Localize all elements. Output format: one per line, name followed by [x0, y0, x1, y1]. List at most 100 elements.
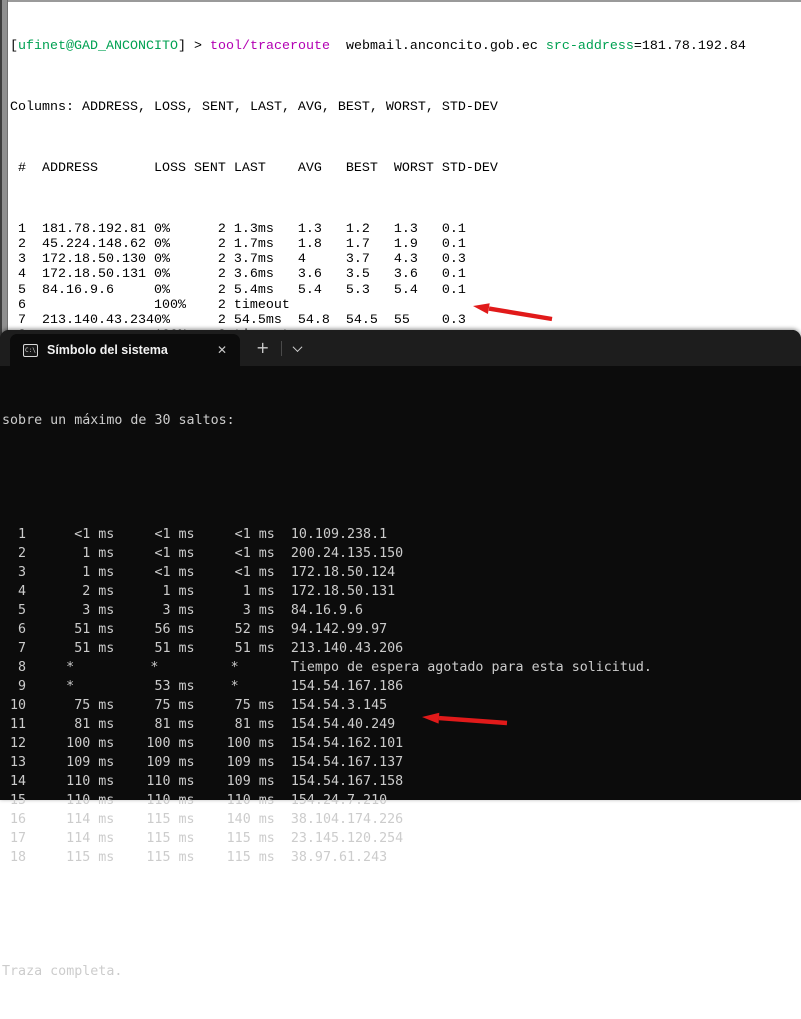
cell-stddev: 0.1: [442, 237, 498, 252]
cell-host: 154.54.167.186: [275, 677, 403, 696]
tracert-row: 16 114 ms 115 ms 140 ms 38.104.174.226: [2, 810, 801, 829]
cell-time-1: 110 ms: [26, 791, 114, 810]
cell-time-2: <1 ms: [114, 563, 194, 582]
cell-time-3: 140 ms: [195, 810, 275, 829]
cell-hop: 1: [2, 525, 26, 544]
cell-loss: 0%: [154, 283, 194, 298]
tracert-footer: Traza completa.: [2, 962, 801, 981]
src-address-value: =181.78.192.84: [634, 39, 746, 54]
tracert-row: 2 1 ms <1 ms <1 ms 200.24.135.150: [2, 544, 801, 563]
cell-best: 54.5: [346, 313, 394, 328]
cell-time-1: 81 ms: [26, 715, 114, 734]
cell-worst: 1.3: [394, 222, 442, 237]
cell-last: 5.4ms: [226, 283, 298, 298]
cell-address: 172.18.50.131: [26, 267, 154, 282]
cell-time-2: 75 ms: [114, 696, 194, 715]
cell-host: 154.54.40.249: [275, 715, 395, 734]
terminal-body[interactable]: sobre un máximo de 30 saltos: 1 <1 ms <1…: [0, 366, 801, 800]
cell-host: 154.54.167.158: [275, 772, 403, 791]
cell-hop: 8: [2, 658, 26, 677]
cell-stddev: 0.1: [442, 283, 498, 298]
cell-time-1: 51 ms: [26, 639, 114, 658]
tracert-row: 5 3 ms 3 ms 3 ms 84.16.9.6: [2, 601, 801, 620]
cell-time-3: 3 ms: [195, 601, 275, 620]
tab-close-button[interactable]: ✕: [212, 341, 232, 359]
cell-stddev: [442, 298, 498, 313]
cell-hop: 9: [2, 677, 26, 696]
tracert-row: 12 100 ms 100 ms 100 ms 154.54.162.101: [2, 734, 801, 753]
new-tab-button[interactable]: +: [256, 340, 269, 356]
cell-worst: 1.9: [394, 237, 442, 252]
cell-sent: 2: [194, 267, 226, 282]
tab-simbolo-del-sistema[interactable]: C:\ Símbolo del sistema ✕: [10, 334, 240, 366]
prompt-identity: ufinet@GAD_ANCONCITO: [18, 39, 178, 54]
cell-hop: 16: [2, 810, 26, 829]
command-text: tool/traceroute: [210, 39, 330, 54]
cell-time-2: 110 ms: [114, 772, 194, 791]
cell-hop: 4: [2, 582, 26, 601]
prompt-bracket: ] >: [178, 39, 210, 54]
cell-sent: 2: [194, 298, 226, 313]
cell-host: 213.140.43.206: [275, 639, 403, 658]
cmd-icon: C:\: [23, 344, 38, 357]
cell-time-3: 100 ms: [195, 734, 275, 753]
cell-time-3: 110 ms: [195, 791, 275, 810]
cell-address: 172.18.50.130: [26, 252, 154, 267]
cell-num: 1: [10, 222, 26, 237]
dropdown-chevron-icon[interactable]: [293, 342, 303, 352]
cell-last: 1.7ms: [226, 237, 298, 252]
col-header-avg: AVG: [298, 161, 346, 176]
cell-loss: 0%: [154, 222, 194, 237]
tab-bar: C:\ Símbolo del sistema ✕ +: [0, 330, 801, 366]
cell-hop: 11: [2, 715, 26, 734]
tracert-row: 15 110 ms 110 ms 110 ms 154.24.7.210: [2, 791, 801, 810]
cell-address: 84.16.9.6: [26, 283, 154, 298]
cell-stddev: 0.1: [442, 222, 498, 237]
cell-time-2: 53 ms: [114, 677, 194, 696]
cell-loss: 0%: [154, 237, 194, 252]
cell-address: 213.140.43.234: [26, 313, 154, 328]
cell-host: 38.104.174.226: [275, 810, 403, 829]
cell-time-2: 110 ms: [114, 791, 194, 810]
tracert-row: 8 * * * Tiempo de espera agotado para es…: [2, 658, 801, 677]
cell-time-2: 115 ms: [114, 848, 194, 867]
cell-time-3: 51 ms: [195, 639, 275, 658]
cell-time-1: 1 ms: [26, 563, 114, 582]
cell-worst: 4.3: [394, 252, 442, 267]
cell-hop: 13: [2, 753, 26, 772]
cell-time-1: *: [26, 677, 114, 696]
traceroute-row: 5 84.16.9.6 0% 2 5.4ms 5.4 5.3 5.4 0.1: [10, 283, 746, 298]
cell-num: 2: [10, 237, 26, 252]
cell-num: 6: [10, 298, 26, 313]
cell-sent: 2: [194, 237, 226, 252]
cell-host: 172.18.50.131: [275, 582, 395, 601]
cell-best: 1.7: [346, 237, 394, 252]
cell-time-2: 1 ms: [114, 582, 194, 601]
src-address-key: src-address: [546, 39, 634, 54]
cell-avg: 5.4: [298, 283, 346, 298]
blank-line: [2, 468, 801, 487]
window-frame-top: [0, 0, 801, 2]
cell-num: 5: [10, 283, 26, 298]
cell-best: 3.7: [346, 252, 394, 267]
cell-time-2: <1 ms: [114, 544, 194, 563]
cell-host: 38.97.61.243: [275, 848, 387, 867]
tracert-row: 7 51 ms 51 ms 51 ms 213.140.43.206: [2, 639, 801, 658]
cell-time-3: 109 ms: [195, 772, 275, 791]
cell-hop: 17: [2, 829, 26, 848]
cell-time-3: *: [195, 658, 275, 677]
cell-stddev: 0.1: [442, 267, 498, 282]
cell-host: 172.18.50.124: [275, 563, 395, 582]
traceroute-row: 4 172.18.50.131 0% 2 3.6ms 3.6 3.5 3.6 0…: [10, 267, 746, 282]
cell-num: 4: [10, 267, 26, 282]
cell-time-3: 52 ms: [195, 620, 275, 639]
cell-best: 3.5: [346, 267, 394, 282]
cell-time-1: 114 ms: [26, 810, 114, 829]
cell-time-3: 115 ms: [195, 848, 275, 867]
cell-time-1: 110 ms: [26, 772, 114, 791]
cell-time-1: 75 ms: [26, 696, 114, 715]
col-header-last: LAST: [226, 161, 298, 176]
cell-address: 181.78.192.81: [26, 222, 154, 237]
cell-stddev: 0.3: [442, 252, 498, 267]
cell-hop: 2: [2, 544, 26, 563]
